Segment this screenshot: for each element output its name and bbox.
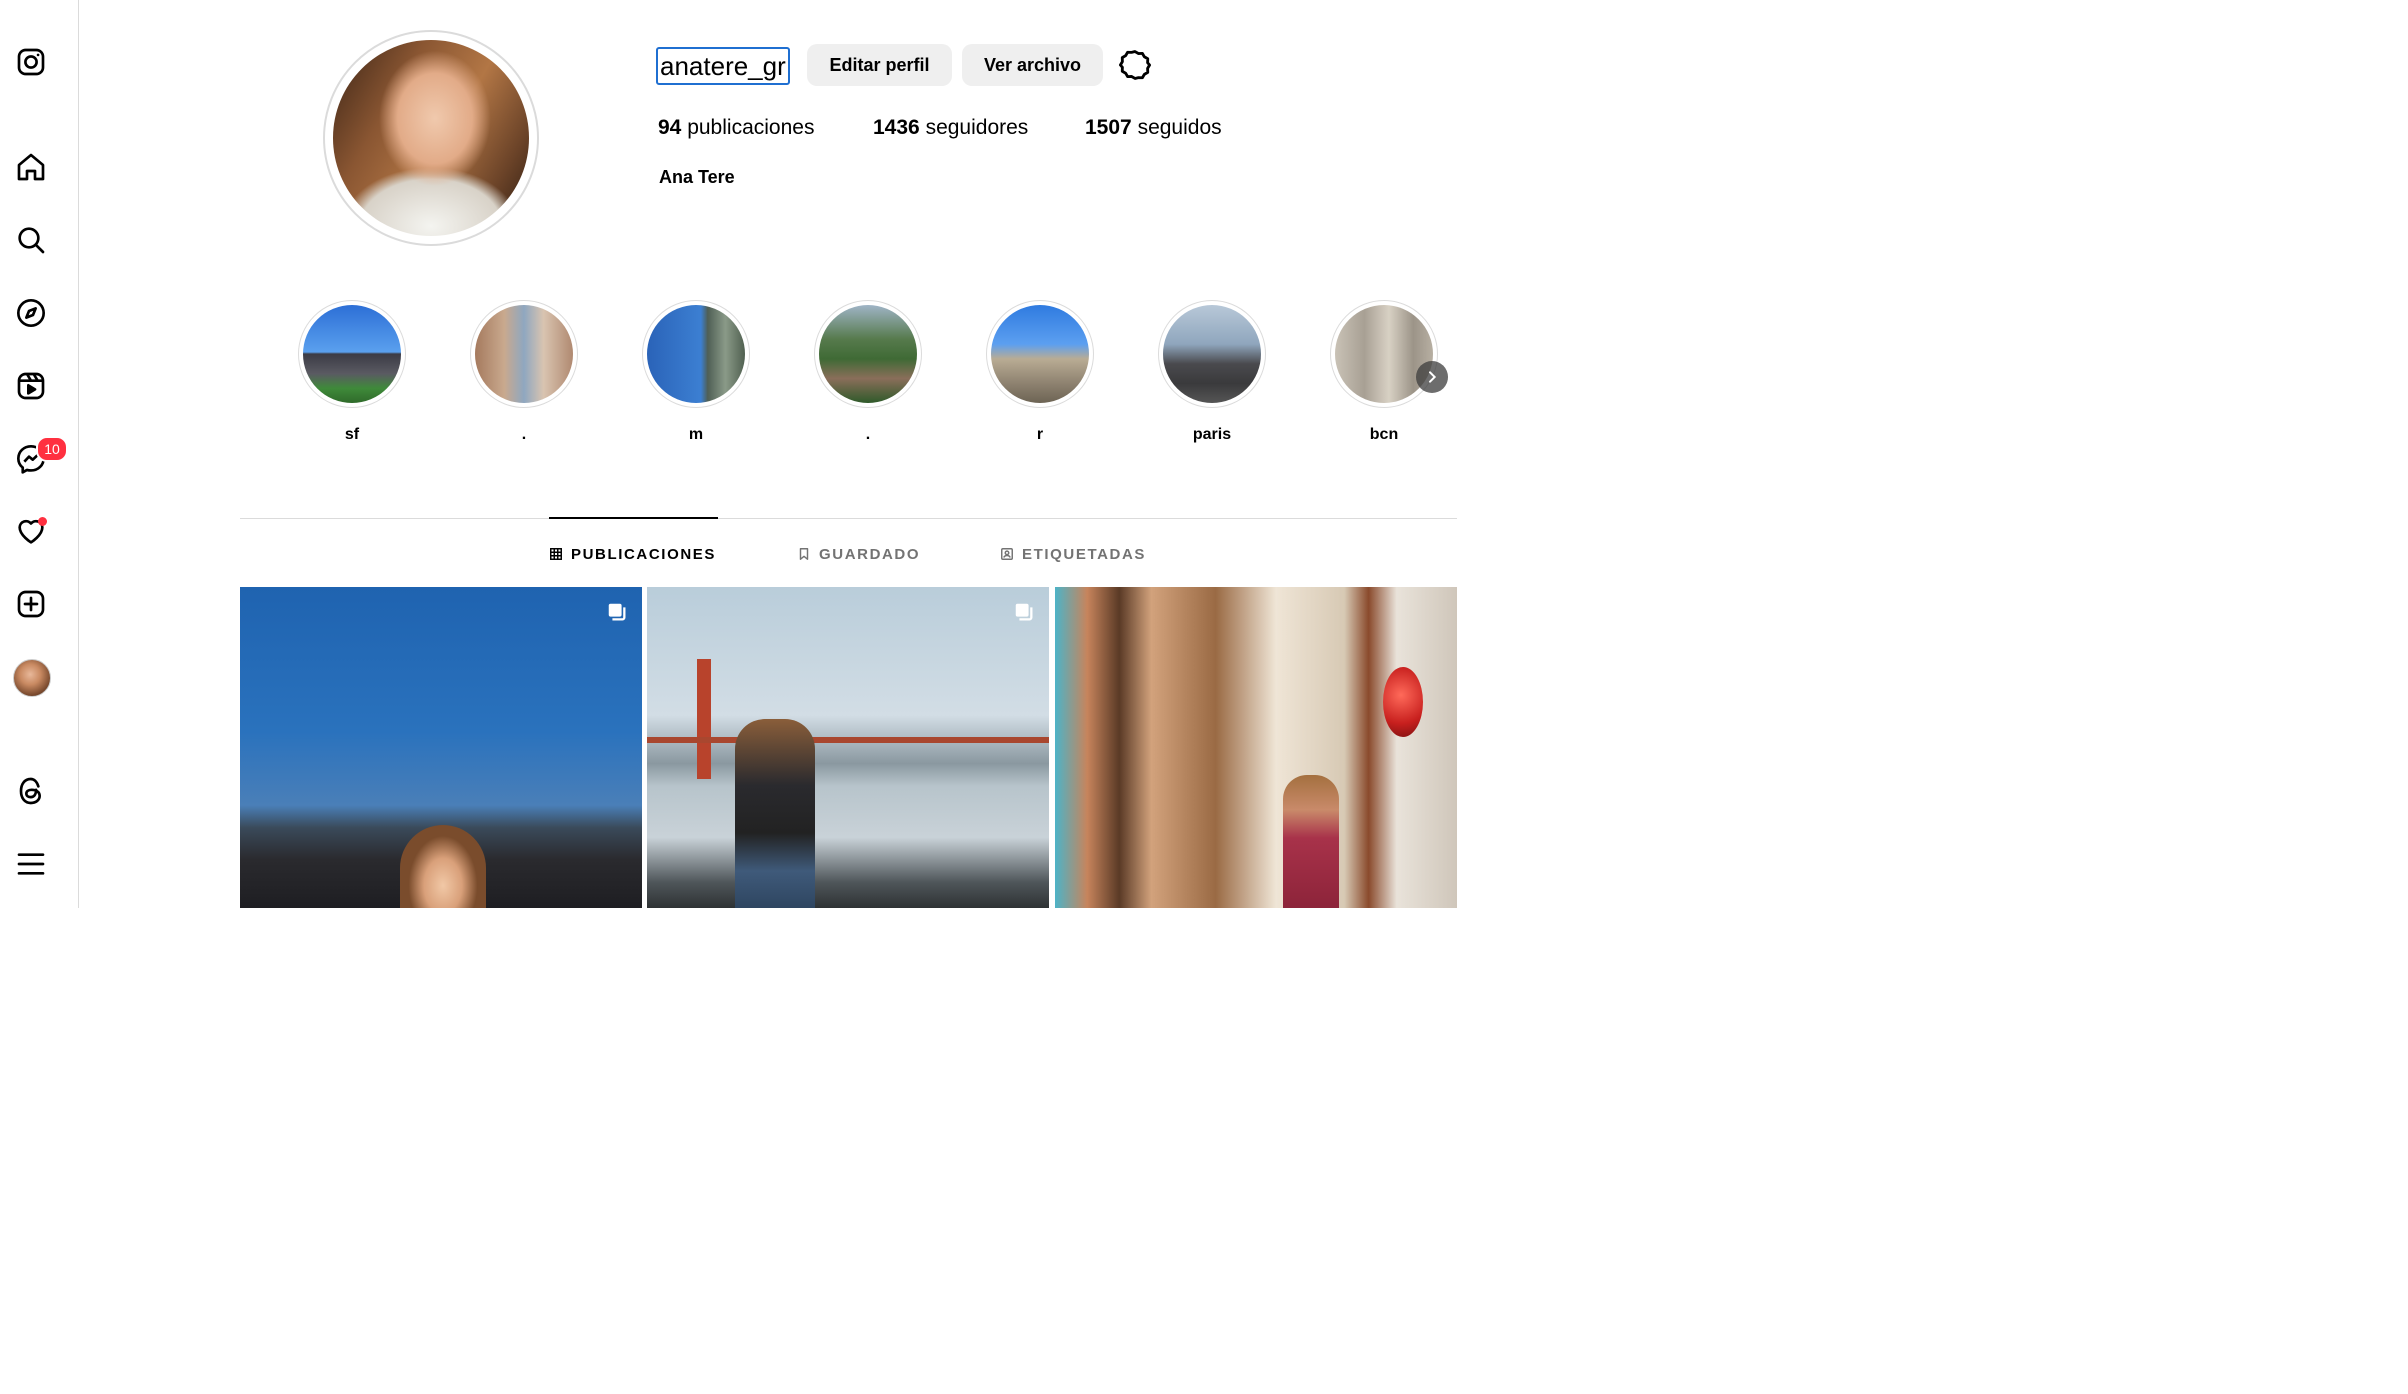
highlight-cover: [475, 305, 573, 403]
highlight-cover: [991, 305, 1089, 403]
highlight-item[interactable]: paris: [1157, 300, 1267, 450]
view-archive-button[interactable]: Ver archivo: [962, 44, 1103, 86]
instagram-logo-icon[interactable]: [14, 45, 48, 79]
bridge-tower: [697, 659, 711, 779]
highlight-item[interactable]: .: [469, 300, 579, 450]
following-stat[interactable]: 1507 seguidos: [1085, 116, 1222, 140]
followers-label: seguidores: [925, 116, 1029, 139]
highlight-item[interactable]: r: [985, 300, 1095, 450]
create-icon[interactable]: [14, 587, 48, 621]
post-thumbnail[interactable]: [647, 587, 1049, 908]
carousel-icon: [606, 601, 628, 623]
post-thumbnail[interactable]: [1055, 587, 1457, 908]
highlight-item[interactable]: .: [813, 300, 923, 450]
bookmark-icon: [799, 548, 809, 560]
following-label: seguidos: [1137, 116, 1222, 139]
post-subject: [1283, 775, 1339, 908]
highlight-label: paris: [1192, 426, 1232, 443]
profile-avatar[interactable]: [13, 659, 51, 697]
edit-profile-button[interactable]: Editar perfil: [807, 44, 952, 86]
lamp: [1383, 667, 1423, 737]
reels-icon[interactable]: [14, 369, 48, 403]
search-icon[interactable]: [14, 223, 48, 257]
post-thumbnail[interactable]: [240, 587, 642, 908]
highlight-label: .: [865, 426, 871, 443]
highlight-cover: [303, 305, 401, 403]
highlight-cover: [1163, 305, 1261, 403]
tab-posts-label: PUBLICACIONES: [571, 545, 716, 563]
highlight-label: .: [521, 426, 527, 443]
highlight-label: r: [1036, 426, 1044, 443]
profile-photo: [333, 40, 529, 236]
posts-label: publicaciones: [687, 116, 815, 139]
home-icon[interactable]: [14, 150, 48, 184]
menu-icon[interactable]: [14, 847, 48, 881]
carousel-icon: [1013, 601, 1035, 623]
bridge-deck: [647, 737, 1049, 743]
posts-count: 94: [658, 116, 682, 139]
highlight-label: sf: [344, 426, 360, 443]
highlight-cover: [819, 305, 917, 403]
full-name: Ana Tere: [659, 167, 735, 187]
tab-posts[interactable]: PUBLICACIONES: [549, 544, 716, 564]
messages-badge: 10: [36, 436, 68, 462]
tab-saved[interactable]: GUARDADO: [797, 544, 920, 564]
highlight-cover: [1335, 305, 1433, 403]
explore-icon[interactable]: [14, 296, 48, 330]
grid-icon: [550, 548, 562, 560]
notification-dot: [38, 517, 47, 526]
sidebar: 10: [0, 0, 79, 908]
settings-gear-icon[interactable]: [1118, 48, 1152, 82]
followers-count: 1436: [873, 116, 920, 139]
username[interactable]: anatere_gr: [656, 47, 790, 85]
followers-stat[interactable]: 1436 seguidores: [873, 116, 1028, 140]
tab-saved-label: GUARDADO: [819, 545, 921, 563]
posts-stat: 94 publicaciones: [658, 116, 814, 140]
active-tab-indicator: [549, 517, 718, 519]
tab-tagged[interactable]: ETIQUETADAS: [1000, 544, 1146, 564]
highlight-item[interactable]: sf: [297, 300, 407, 450]
highlight-item[interactable]: m: [641, 300, 751, 450]
highlight-label: bcn: [1369, 426, 1399, 443]
highlight-cover: [647, 305, 745, 403]
tagged-user-icon: [1001, 548, 1013, 560]
highlights-next-chevron-icon[interactable]: [1416, 361, 1448, 393]
following-count: 1507: [1085, 116, 1132, 139]
profile-picture[interactable]: [323, 30, 539, 246]
highlight-label: m: [688, 426, 704, 443]
post-subject: [735, 719, 815, 908]
threads-icon[interactable]: [14, 774, 48, 808]
tabs-divider: [240, 518, 1457, 519]
post-subject: [400, 825, 486, 908]
tab-tagged-label: ETIQUETADAS: [1022, 545, 1146, 563]
